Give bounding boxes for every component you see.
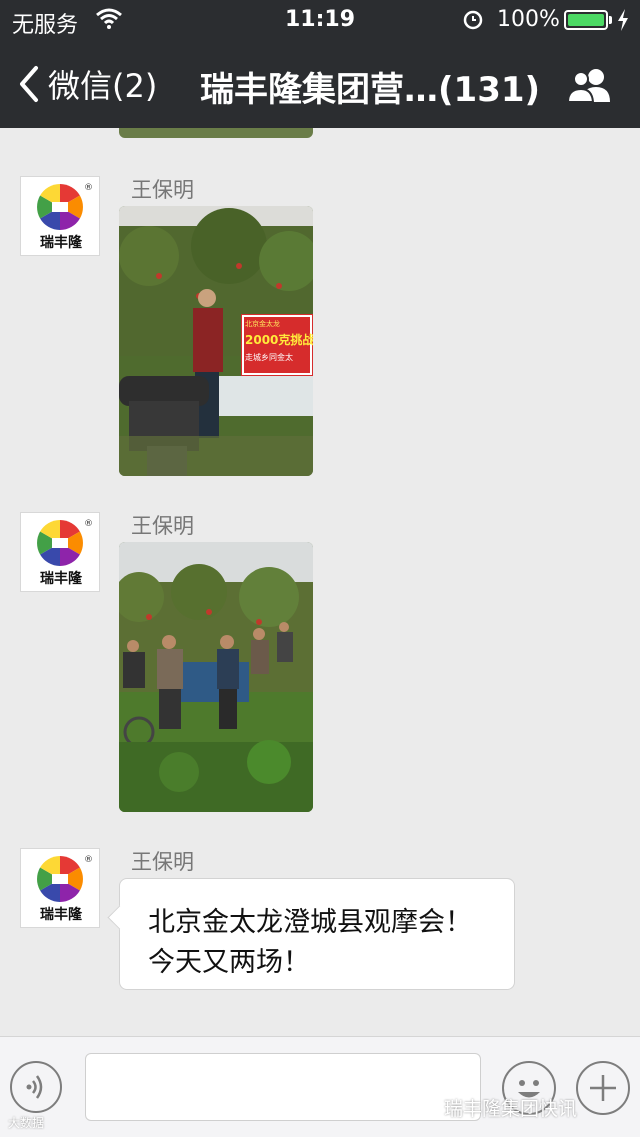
avatar-brand: 瑞丰隆 bbox=[40, 235, 82, 251]
avatar[interactable]: ® 瑞丰隆 bbox=[20, 848, 100, 928]
svg-text:2000克挑战3: 2000克挑战3 bbox=[245, 332, 313, 347]
status-bar: 无服务 11:19 100% bbox=[0, 0, 640, 40]
watermark-left: 大数据 bbox=[8, 1116, 45, 1130]
svg-text:走城乡同金太: 走城乡同金太 bbox=[245, 352, 293, 362]
image-message[interactable]: 北京金太龙 2000克挑战3 走城乡同金太 bbox=[119, 206, 313, 476]
svg-text:北京金太龙: 北京金太龙 bbox=[245, 319, 280, 328]
brand-logo-icon bbox=[37, 856, 83, 902]
watermark-right: 瑞丰隆集团快讯 bbox=[444, 1098, 578, 1120]
sender-name: 王保明 bbox=[131, 514, 194, 538]
battery-icon bbox=[564, 10, 608, 30]
registered-mark: ® bbox=[84, 855, 93, 865]
chat-area[interactable]: ® 瑞丰隆 王保明 北京金太龙 2000克挑战3 走城乡同金太 bbox=[0, 128, 640, 1036]
avatar[interactable]: ® 瑞丰隆 bbox=[20, 512, 100, 592]
image-message[interactable] bbox=[119, 542, 313, 812]
back-button[interactable]: 微信(2) bbox=[16, 62, 157, 106]
voice-button[interactable] bbox=[10, 1061, 62, 1113]
registered-mark: ® bbox=[84, 183, 93, 193]
alarm-icon bbox=[463, 10, 483, 30]
text-message-bubble[interactable]: 北京金太龙澄城县观摩会！今天又两场！ bbox=[119, 878, 515, 990]
people-icon[interactable] bbox=[566, 66, 614, 104]
battery-fill bbox=[568, 14, 604, 26]
more-button[interactable] bbox=[576, 1061, 630, 1115]
brand-logo-icon bbox=[37, 184, 83, 230]
previous-image-message[interactable] bbox=[119, 128, 313, 138]
photo-crowd-in-orchard bbox=[119, 542, 313, 812]
chat-title: 瑞丰隆集团营…(131) bbox=[200, 70, 541, 110]
voice-icon bbox=[26, 1075, 43, 1099]
top-bar: 无服务 11:19 100% 微信(2) 瑞丰隆集团营…(131) bbox=[0, 0, 640, 128]
photo-speaker-in-orchard: 北京金太龙 2000克挑战3 走城乡同金太 bbox=[119, 206, 313, 476]
message-text: 北京金太龙澄城县观摩会！今天又两场！ bbox=[148, 907, 472, 978]
charging-icon bbox=[618, 9, 628, 31]
sender-name: 王保明 bbox=[131, 178, 194, 202]
input-bar bbox=[0, 1036, 640, 1137]
brand-logo-icon bbox=[37, 520, 83, 566]
nav-bar: 微信(2) 瑞丰隆集团营…(131) bbox=[0, 40, 640, 128]
back-label: 微信(2) bbox=[48, 67, 158, 105]
battery-tip bbox=[609, 16, 612, 24]
registered-mark: ® bbox=[84, 519, 93, 529]
avatar-brand: 瑞丰隆 bbox=[40, 907, 82, 923]
avatar-brand: 瑞丰隆 bbox=[40, 571, 82, 587]
battery-percent: 100% bbox=[497, 7, 560, 32]
plus-icon bbox=[590, 1075, 616, 1101]
chevron-left-icon bbox=[20, 66, 38, 102]
avatar[interactable]: ® 瑞丰隆 bbox=[20, 176, 100, 256]
sender-name: 王保明 bbox=[131, 850, 194, 874]
message-input[interactable] bbox=[85, 1053, 481, 1121]
